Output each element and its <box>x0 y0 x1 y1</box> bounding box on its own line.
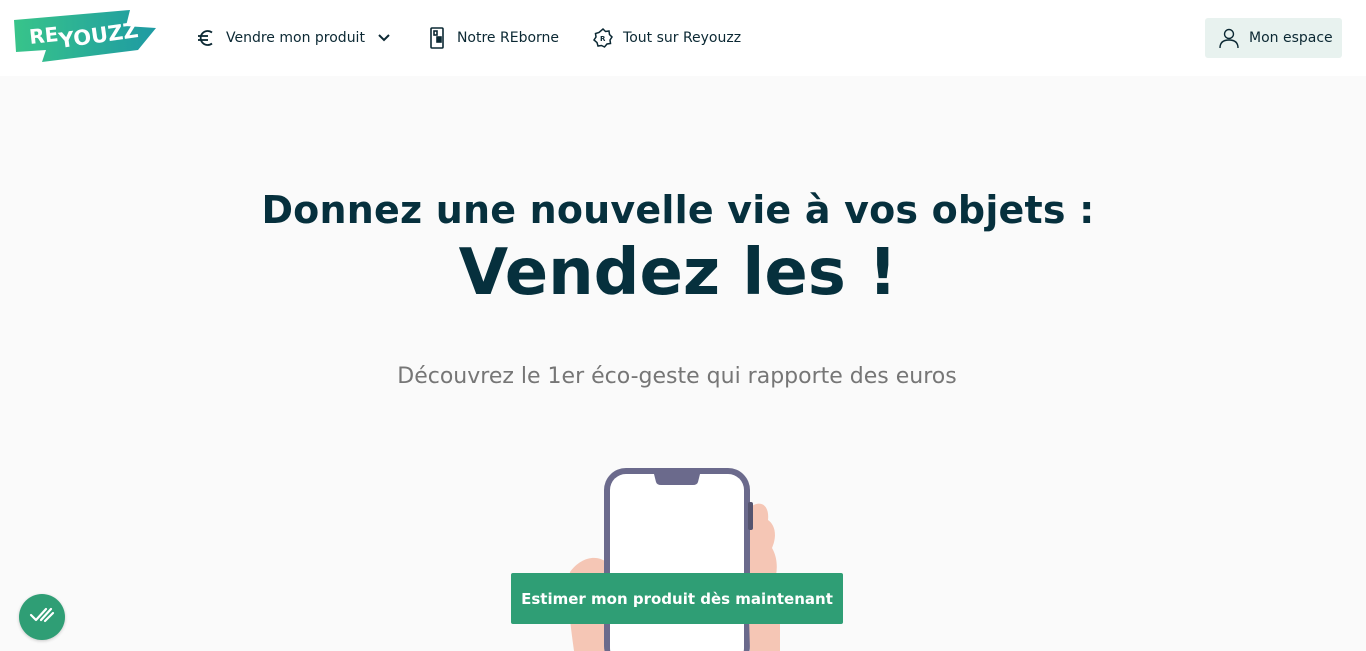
hero-subtitle: Découvrez le 1er éco-geste qui rapporte … <box>397 364 957 389</box>
nav-item-label: Vendre mon produit <box>226 30 365 46</box>
nav-item-vendre[interactable]: Vendre mon produit <box>194 0 393 76</box>
mon-espace-button[interactable]: Mon espace <box>1205 18 1342 58</box>
logo-text-re: RE <box>28 22 59 49</box>
hero-title: Donnez une nouvelle vie à vos objets : <box>261 188 1095 232</box>
reyouzz-logo[interactable]: RE YOUZZ <box>12 8 158 64</box>
site-header: RE YOUZZ Vendre mon produit Notre REborn… <box>0 0 1366 76</box>
chevron-down-icon <box>375 29 393 47</box>
user-icon <box>1218 27 1240 49</box>
kiosk-icon <box>425 26 449 50</box>
main-nav: Vendre mon produit Notre REborne R Tout … <box>194 0 773 76</box>
nav-item-tout-sur-reyouzz[interactable]: R Tout sur Reyouzz <box>591 0 741 76</box>
accessibility-widget-button[interactable] <box>19 594 65 640</box>
svg-text:R: R <box>600 35 606 43</box>
nav-item-reborne[interactable]: Notre REborne <box>425 0 559 76</box>
mon-espace-label: Mon espace <box>1249 30 1333 46</box>
estimate-product-button[interactable]: Estimer mon produit dès maintenant <box>511 573 843 624</box>
euro-icon <box>194 26 218 50</box>
reyouzz-badge-icon: R <box>591 26 615 50</box>
hero-headline: Vendez les ! <box>458 236 898 310</box>
nav-item-label: Notre REborne <box>456 30 560 46</box>
nav-item-label: Tout sur Reyouzz <box>623 30 742 46</box>
double-check-icon <box>28 604 56 630</box>
